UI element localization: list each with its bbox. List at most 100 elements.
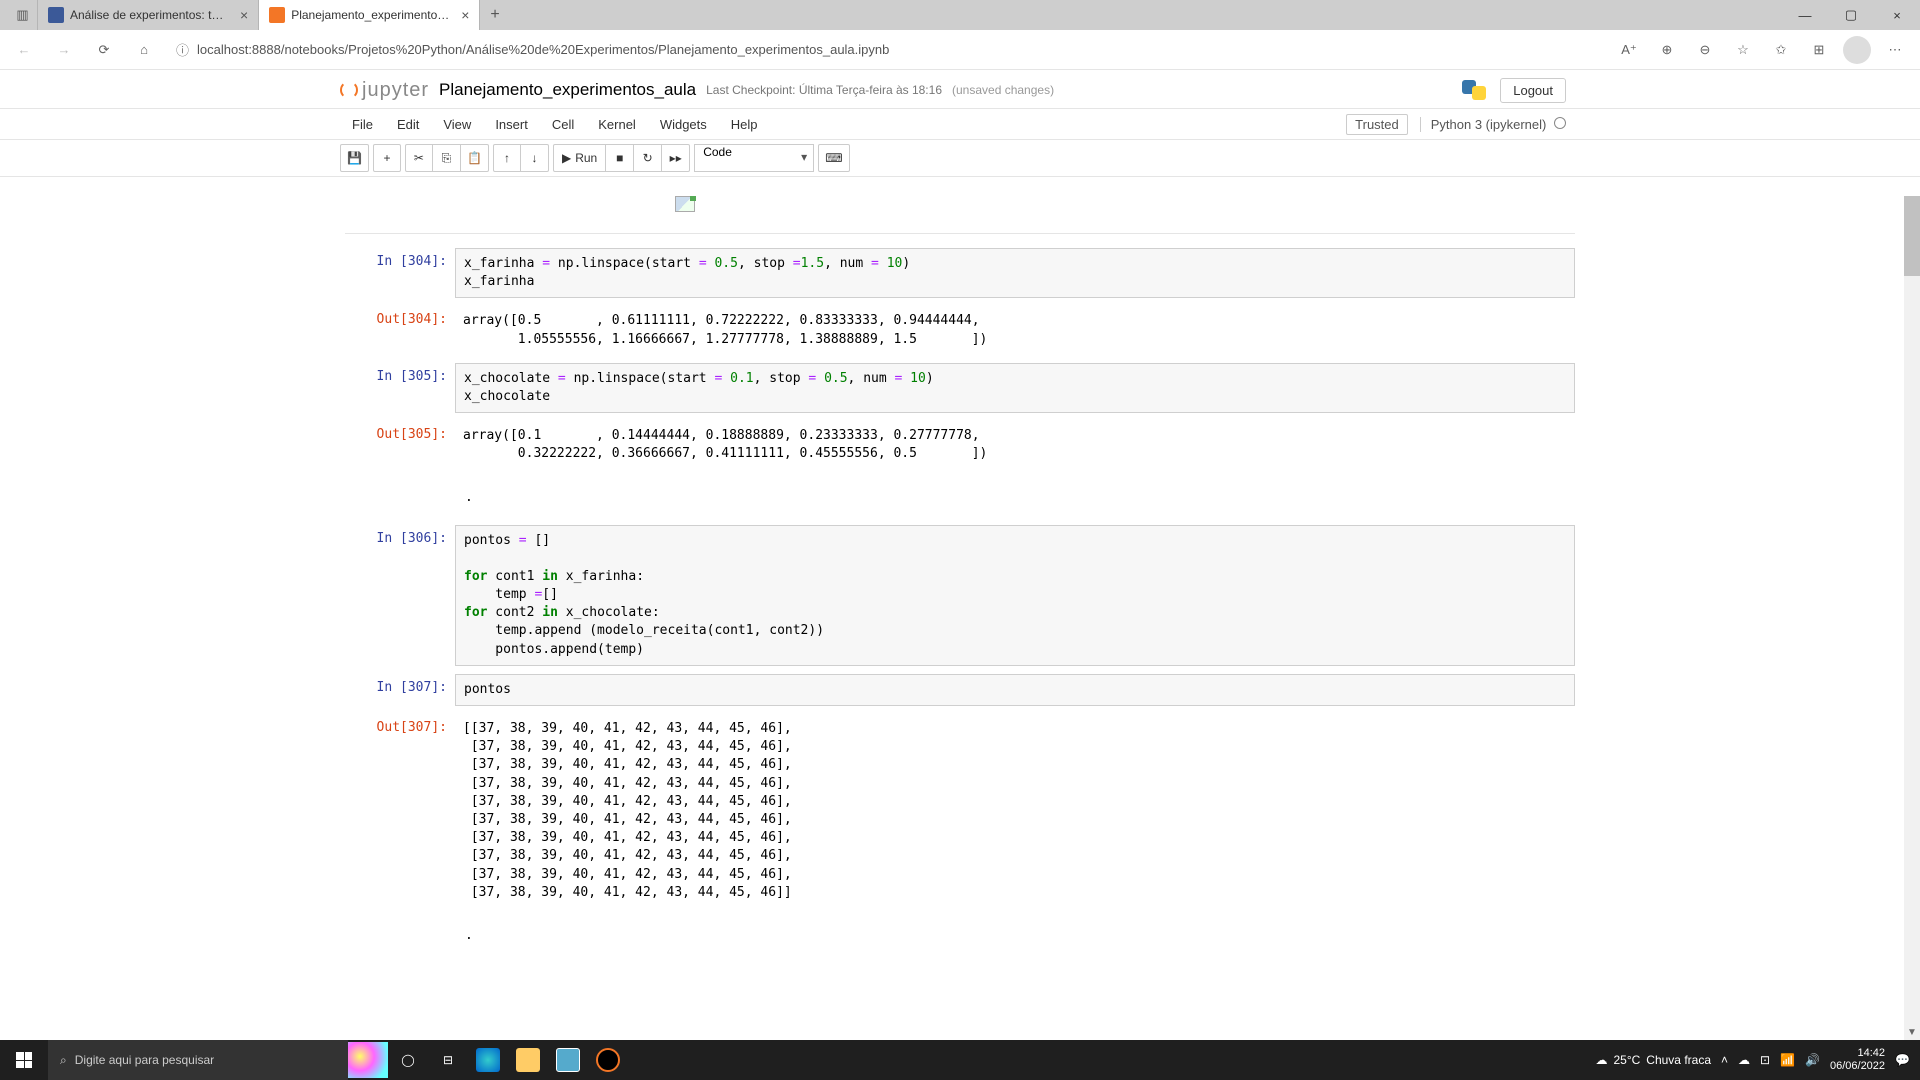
- windows-taskbar: ⌕ Digite aqui para pesquisar ◯ ⊟ ☁ 25°C …: [0, 1040, 1920, 1080]
- code-input[interactable]: pontos = [] for cont1 in x_farinha: temp…: [455, 525, 1575, 666]
- read-aloud-icon[interactable]: A⁺: [1612, 34, 1646, 66]
- search-placeholder: Digite aqui para pesquisar: [75, 1053, 214, 1067]
- menu-cell[interactable]: Cell: [540, 109, 586, 139]
- in-prompt: In [307]:: [345, 674, 455, 706]
- favorites-bar-icon[interactable]: ✩: [1764, 34, 1798, 66]
- time-label: 14:42: [1830, 1047, 1885, 1060]
- autosave-label: (unsaved changes): [952, 83, 1054, 97]
- move-up-button[interactable]: ↑: [493, 144, 521, 172]
- trusted-badge[interactable]: Trusted: [1346, 114, 1408, 135]
- tray-onedrive-icon[interactable]: ☁: [1738, 1053, 1750, 1067]
- browser-actions: A⁺ ⊕ ⊖ ☆ ✩ ⊞ ⋯: [1612, 34, 1912, 66]
- code-input[interactable]: pontos: [455, 674, 1575, 706]
- menu-widgets[interactable]: Widgets: [648, 109, 719, 139]
- favicon-icon: [269, 7, 285, 23]
- scroll-thumb[interactable]: [1904, 196, 1920, 276]
- taskbar-app-cortana[interactable]: ◯: [388, 1040, 428, 1080]
- command-palette-button[interactable]: ⌨: [818, 144, 849, 172]
- cell-307-out: Out[307]: [[37, 38, 39, 40, 41, 42, 43, …: [345, 714, 1575, 908]
- close-button[interactable]: ×: [1874, 0, 1920, 30]
- python-logo-icon: [1460, 76, 1488, 104]
- logout-button[interactable]: Logout: [1500, 78, 1566, 103]
- taskbar-clock[interactable]: 14:42 06/06/2022: [1830, 1047, 1885, 1073]
- taskbar-app-store[interactable]: [548, 1040, 588, 1080]
- menu-help[interactable]: Help: [719, 109, 770, 139]
- cell-304-in[interactable]: In [304]: x_farinha = np.linspace(start …: [345, 248, 1575, 298]
- menu-file[interactable]: File: [340, 109, 385, 139]
- restart-button[interactable]: ↻: [634, 144, 662, 172]
- copy-button[interactable]: ⎘: [433, 144, 461, 172]
- jupyter-logo[interactable]: jupyter: [340, 79, 429, 102]
- cell-307-in[interactable]: In [307]: pontos: [345, 674, 1575, 706]
- cell-type-select[interactable]: Code: [694, 144, 814, 172]
- save-button[interactable]: 💾: [340, 144, 369, 172]
- translate-icon[interactable]: ⊕: [1650, 34, 1684, 66]
- paste-button[interactable]: 📋: [461, 144, 489, 172]
- minimize-button[interactable]: —: [1782, 0, 1828, 30]
- scroll-down-icon[interactable]: ▼: [1904, 1024, 1920, 1040]
- jupyter-header: jupyter Planejamento_experimentos_aula L…: [0, 70, 1920, 177]
- back-button[interactable]: ←: [8, 34, 40, 66]
- menu-edit[interactable]: Edit: [385, 109, 431, 139]
- tray-wifi-icon[interactable]: 📶: [1780, 1053, 1795, 1067]
- run-button[interactable]: ▶ Run: [553, 144, 606, 172]
- browser-address-bar: ← → ⟳ ⌂ ⓘ localhost:8888/notebooks/Proje…: [0, 30, 1920, 70]
- more-icon[interactable]: ⋯: [1878, 34, 1912, 66]
- close-icon[interactable]: ×: [461, 7, 469, 23]
- start-button[interactable]: [0, 1040, 48, 1080]
- tray-sound-icon[interactable]: 🔊: [1805, 1053, 1820, 1067]
- cut-button[interactable]: ✂: [405, 144, 433, 172]
- tray-notifications-icon[interactable]: 💬: [1895, 1053, 1910, 1067]
- forward-button[interactable]: →: [48, 34, 80, 66]
- home-button[interactable]: ⌂: [128, 34, 160, 66]
- interrupt-button[interactable]: ■: [606, 144, 634, 172]
- site-info-icon[interactable]: ⓘ: [176, 40, 189, 59]
- zoom-icon[interactable]: ⊖: [1688, 34, 1722, 66]
- url-input[interactable]: ⓘ localhost:8888/notebooks/Projetos%20Py…: [168, 35, 1604, 65]
- taskbar-search[interactable]: ⌕ Digite aqui para pesquisar: [48, 1040, 348, 1080]
- in-prompt: In [306]:: [345, 525, 455, 666]
- taskbar-app-colorful[interactable]: [348, 1040, 388, 1080]
- tray-chevron-icon[interactable]: ˄: [1721, 1053, 1728, 1067]
- cell-305-in[interactable]: In [305]: x_chocolate = np.linspace(star…: [345, 363, 1575, 413]
- vertical-scrollbar[interactable]: ▲ ▼: [1904, 196, 1920, 1040]
- taskbar-app-anaconda[interactable]: [588, 1040, 628, 1080]
- tray-meet-icon[interactable]: ⊡: [1760, 1053, 1770, 1067]
- menu-view[interactable]: View: [431, 109, 483, 139]
- browser-tab-0[interactable]: Análise de experimentos: testes ×: [38, 0, 259, 30]
- kernel-name[interactable]: Python 3 (ipykernel): [1420, 117, 1566, 132]
- collections-icon[interactable]: ⊞: [1802, 34, 1836, 66]
- taskbar-app-explorer[interactable]: [508, 1040, 548, 1080]
- browser-tabs: Análise de experimentos: testes × Planej…: [38, 0, 510, 30]
- date-label: 06/06/2022: [1830, 1060, 1885, 1073]
- browser-tab-1[interactable]: Planejamento_experimentos_aul ×: [259, 0, 480, 30]
- notebook-content: In [304]: x_farinha = np.linspace(start …: [335, 196, 1585, 943]
- insert-cell-button[interactable]: +: [373, 144, 401, 172]
- run-label: Run: [575, 151, 597, 165]
- weather-widget[interactable]: ☁ 25°C Chuva fraca: [1595, 1053, 1711, 1067]
- menu-kernel[interactable]: Kernel: [586, 109, 648, 139]
- checkpoint-label: Last Checkpoint: Última Terça-feira às 1…: [706, 83, 942, 97]
- spacer-dot: .: [345, 490, 1575, 505]
- code-input[interactable]: x_farinha = np.linspace(start = 0.5, sto…: [455, 248, 1575, 298]
- tab-actions-button[interactable]: ▥: [8, 0, 38, 30]
- notebook-area[interactable]: In [304]: x_farinha = np.linspace(start …: [0, 196, 1920, 1040]
- tab-label: Planejamento_experimentos_aul: [291, 8, 451, 22]
- taskbar-app-edge[interactable]: [468, 1040, 508, 1080]
- new-tab-button[interactable]: +: [480, 6, 509, 24]
- maximize-button[interactable]: ▢: [1828, 0, 1874, 30]
- close-icon[interactable]: ×: [240, 7, 248, 23]
- restart-run-all-button[interactable]: ▸▸: [662, 144, 690, 172]
- out-prompt: Out[305]:: [345, 421, 455, 469]
- code-input[interactable]: x_chocolate = np.linspace(start = 0.1, s…: [455, 363, 1575, 413]
- kernel-label: Python 3 (ipykernel): [1431, 117, 1547, 132]
- notebook-title[interactable]: Planejamento_experimentos_aula: [439, 80, 696, 100]
- refresh-button[interactable]: ⟳: [88, 34, 120, 66]
- taskbar-app-taskview[interactable]: ⊟: [428, 1040, 468, 1080]
- move-down-button[interactable]: ↓: [521, 144, 549, 172]
- tab-label: Análise de experimentos: testes: [70, 8, 230, 22]
- cell-306-in[interactable]: In [306]: pontos = [] for cont1 in x_far…: [345, 525, 1575, 666]
- profile-avatar[interactable]: [1840, 34, 1874, 66]
- menu-insert[interactable]: Insert: [483, 109, 540, 139]
- favorites-icon[interactable]: ☆: [1726, 34, 1760, 66]
